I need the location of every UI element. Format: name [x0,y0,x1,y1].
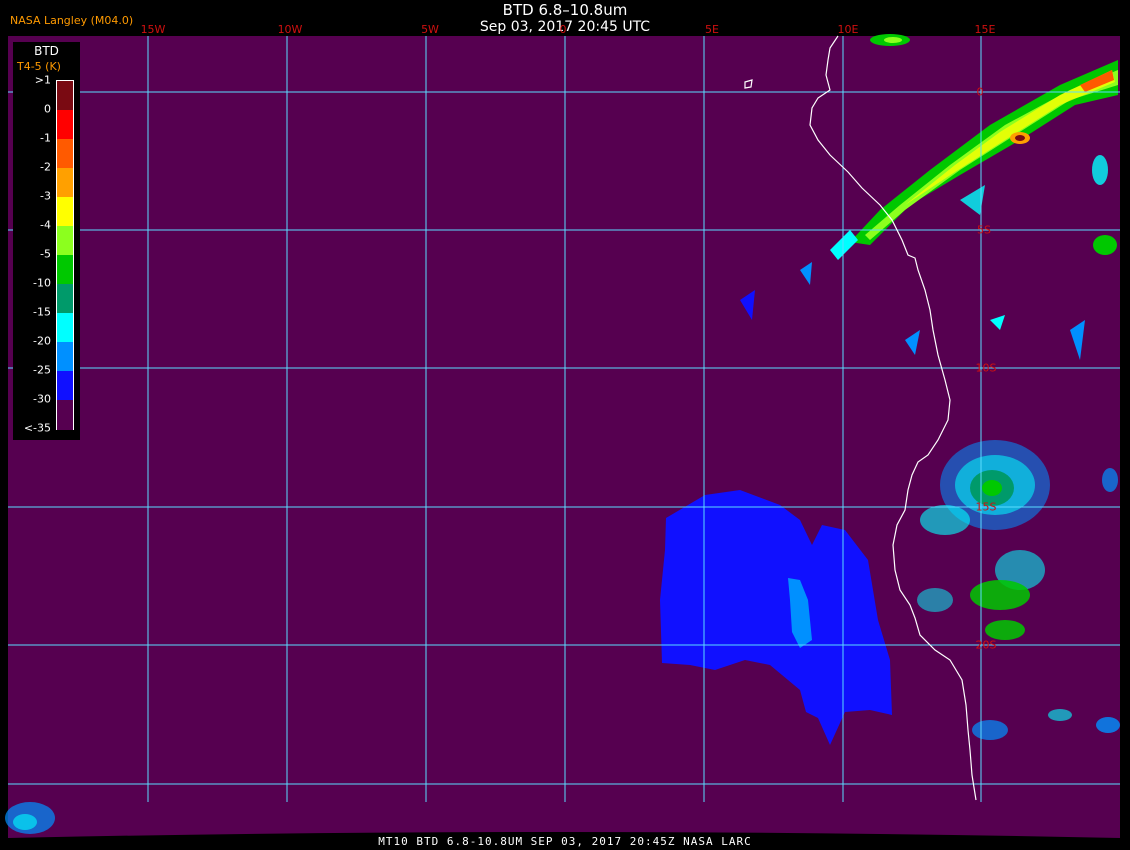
lon-label-15e: 15E [974,23,996,36]
footer-caption: MT10 BTD 6.8-10.8UM SEP 03, 2017 20:45Z … [378,835,752,848]
legend-tick-label: -20 [33,334,51,348]
legend-swatch [57,226,73,256]
lon-label-0: 0 [559,23,567,36]
lat-label-10s: 10S [975,361,997,375]
legend-swatch [57,197,73,227]
cloud-fragment-bottom-left [5,802,55,834]
legend-swatch [57,371,73,401]
lat-label-20s: 20S [975,638,997,652]
legend-tick-label: 0 [44,102,51,116]
lon-label-5e: 5E [705,23,719,36]
satellite-map [0,0,1130,850]
legend-swatch [57,342,73,372]
legend-title: BTD [34,44,59,58]
legend-tick-label: -25 [33,363,51,377]
legend-tick-label: -10 [33,276,51,290]
lat-label-15s: 15S [975,500,997,514]
lat-label-0: 0 [976,85,984,99]
legend-tick-label: -3 [40,189,51,203]
lat-label-5s: 5S [977,223,991,237]
color-legend: BTD T4-5 (K) >1 0 -1 -2 -3 -4 -5 -10 -15 -20 -25 -3… [13,42,80,440]
legend-tick-label: -15 [33,305,51,319]
lon-label-10e: 10E [837,23,859,36]
legend-tick-label: -2 [40,160,51,174]
legend-swatch [57,110,73,140]
product-title: BTD 6.8–10.8um [502,1,628,19]
legend-swatch [57,400,73,430]
legend-tick-label: >1 [34,73,51,87]
legend-swatch [57,168,73,198]
legend-tick-label: <-35 [23,421,51,435]
lon-label-5w: 5W [421,23,439,36]
legend-swatch [57,81,73,111]
lon-label-10w: 10W [277,23,303,36]
legend-tick-label: -30 [33,392,51,406]
legend-tick-label: -4 [40,218,51,232]
legend-colorbar [56,80,74,430]
legend-swatch [57,313,73,343]
legend-tick-label: -1 [40,131,51,145]
legend-swatch [57,139,73,169]
legend-tick-label: -5 [40,247,51,261]
lon-label-15w: 15W [140,23,166,36]
legend-swatch [57,284,73,314]
legend-units: T4-5 (K) [17,60,61,73]
legend-swatch [57,255,73,285]
